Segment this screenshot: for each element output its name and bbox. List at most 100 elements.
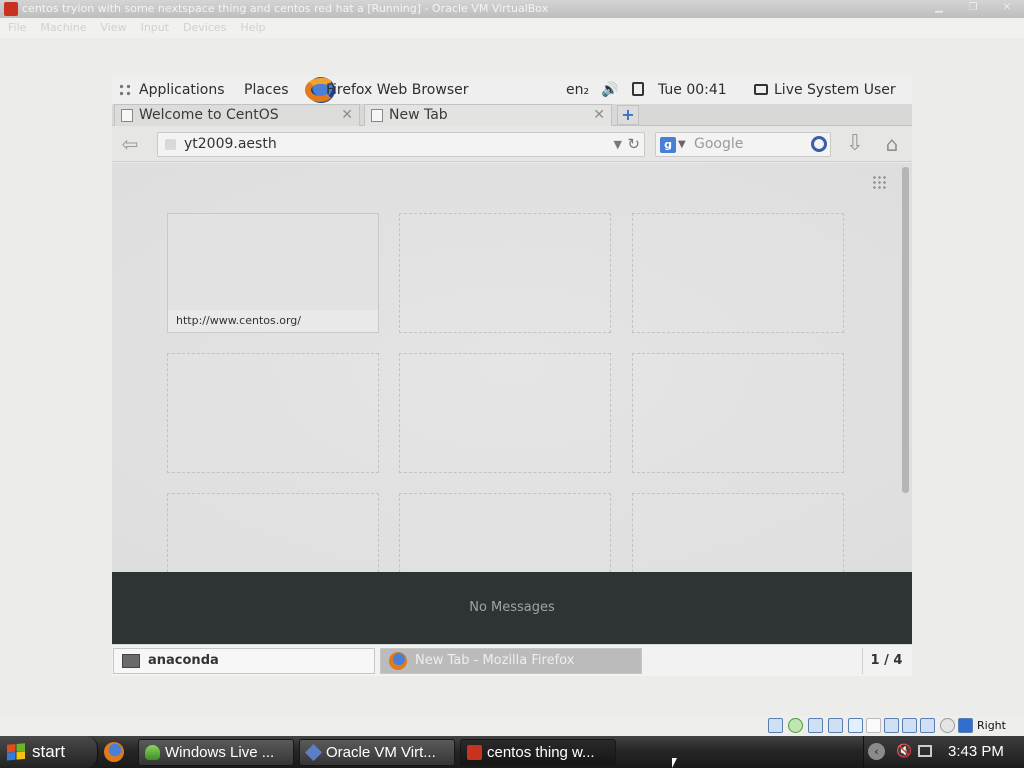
guest-clock[interactable]: Tue 00:41 (658, 76, 727, 104)
empty-tile (399, 353, 611, 473)
vbox-window-title: centos tryion with some nextspace thing … (22, 2, 549, 15)
search-placeholder: Google (694, 136, 744, 152)
taskbar-centos-vm[interactable]: centos thing w... (460, 739, 616, 766)
task-label: centos thing w... (487, 744, 595, 761)
virtualization-icon[interactable] (920, 718, 935, 733)
home-icon[interactable]: ⌂ (880, 131, 904, 157)
maximize-icon[interactable]: ❐ (962, 1, 984, 15)
power-icon[interactable] (632, 82, 644, 96)
grid-toggle-icon[interactable] (872, 175, 886, 189)
page-favicon-icon (121, 109, 133, 122)
tab-label: Welcome to CentOS (139, 107, 279, 123)
system-tray: ‹ 🔇 3:43 PM (863, 736, 1024, 768)
video-capture-icon[interactable] (902, 718, 917, 733)
close-icon[interactable]: ✕ (996, 1, 1018, 15)
chevron-down-icon[interactable]: ▼ (614, 133, 622, 156)
tile-url: http://www.centos.org/ (168, 310, 378, 332)
taskbar-anaconda[interactable]: anaconda (113, 648, 375, 674)
vm-window-icon (467, 745, 482, 760)
applications-menu[interactable]: Applications (139, 76, 225, 104)
tray-expand-icon[interactable]: ‹ (868, 743, 885, 760)
engine-dropdown-icon[interactable]: ▼ (678, 133, 686, 156)
empty-tile (632, 213, 844, 333)
close-tab-icon[interactable]: ✕ (593, 105, 605, 125)
url-input[interactable]: yt2009.aesth ▼ ↻ (157, 132, 645, 157)
windows-logo-icon (7, 743, 25, 761)
chat-icon (754, 84, 768, 95)
vbox-titlebar: centos tryion with some nextspace thing … (0, 0, 1024, 18)
volume-icon[interactable]: 🔊 (601, 76, 618, 104)
gnome-foot-icon (118, 83, 132, 97)
empty-tile (167, 353, 379, 473)
tab-new-tab[interactable]: New Tab ✕ (364, 104, 612, 126)
menu-help[interactable]: Help (240, 18, 265, 38)
firefox-icon (389, 652, 407, 670)
usb-icon[interactable] (848, 718, 863, 733)
keyboard-layout-indicator[interactable]: en₂ (566, 76, 589, 104)
search-icon[interactable] (811, 136, 827, 152)
new-tab-button[interactable]: + (617, 105, 639, 125)
menu-file[interactable]: File (8, 18, 26, 38)
gnome-top-panel: Applications Places Firefox Web Browser … (112, 76, 912, 104)
reload-icon[interactable]: ↻ (627, 133, 640, 156)
virtualbox-icon (305, 744, 322, 761)
minimize-icon[interactable]: ▁ (928, 1, 950, 15)
mouse-cursor (672, 758, 677, 768)
start-label: start (32, 742, 66, 761)
browser-tabstrip: Welcome to CentOS ✕ New Tab ✕ + (112, 104, 912, 126)
close-tab-icon[interactable]: ✕ (341, 105, 353, 125)
hard-disk-icon[interactable] (768, 718, 783, 733)
guest-screen[interactable]: Applications Places Firefox Web Browser … (112, 76, 912, 676)
virtualbox-app-icon (4, 2, 18, 16)
user-menu[interactable]: Live System User (774, 76, 896, 104)
scrollbar[interactable] (902, 167, 909, 493)
anaconda-window-icon (122, 654, 140, 668)
browser-navbar: ⇦ yt2009.aesth ▼ ↻ g ▼ Google ⇩ ⌂ (112, 126, 912, 162)
task-label: New Tab - Mozilla Firefox (415, 653, 575, 668)
task-label: Oracle VM Virt... (326, 744, 436, 761)
gnome-bottom-panel: anaconda New Tab - Mozilla Firefox 1 / 4 (112, 644, 912, 676)
menu-input[interactable]: Input (141, 18, 169, 38)
site-identity-icon[interactable] (165, 139, 176, 150)
window-controls: ▁ ❐ ✕ (928, 1, 1018, 15)
mouse-integration-icon[interactable] (940, 718, 955, 733)
volume-muted-icon[interactable]: 🔇 (896, 744, 912, 759)
start-button[interactable]: start (0, 736, 98, 768)
system-clock[interactable]: 3:43 PM (948, 736, 1004, 768)
menu-machine[interactable]: Machine (40, 18, 86, 38)
search-input[interactable]: g ▼ Google (655, 132, 831, 157)
taskbar-virtualbox[interactable]: Oracle VM Virt... (299, 739, 455, 766)
vbox-statusbar: Right Ctrl (0, 716, 1024, 752)
windows-taskbar: start Windows Live ... Oracle VM Virt...… (0, 736, 1024, 768)
windows-live-icon (145, 745, 160, 760)
places-menu[interactable]: Places (244, 76, 289, 104)
network-adapter-icon[interactable] (828, 718, 843, 733)
optical-drive-icon[interactable] (788, 718, 803, 733)
site-tile[interactable]: http://www.centos.org/ (167, 213, 379, 333)
shared-folders-icon[interactable] (866, 718, 881, 733)
tab-welcome-centos[interactable]: Welcome to CentOS ✕ (114, 104, 360, 126)
workspace-indicator[interactable]: 1 / 4 (862, 648, 910, 674)
quicklaunch-firefox-icon[interactable] (104, 742, 124, 762)
download-arrow-icon[interactable]: ⇩ (844, 131, 866, 157)
floppy-icon[interactable] (808, 718, 823, 733)
vbox-menubar: File Machine View Input Devices Help (0, 18, 1024, 38)
taskbar-firefox[interactable]: New Tab - Mozilla Firefox (380, 648, 642, 674)
host-key-arrow-icon (958, 718, 973, 733)
tab-label: New Tab (389, 107, 448, 123)
task-label: anaconda (148, 653, 219, 668)
display-icon[interactable] (884, 718, 899, 733)
taskbar-windows-live[interactable]: Windows Live ... (138, 739, 294, 766)
message-tray: No Messages (112, 572, 912, 644)
task-label: Windows Live ... (165, 744, 275, 761)
new-tab-page: http://www.centos.org/ (112, 163, 912, 613)
menu-devices[interactable]: Devices (183, 18, 226, 38)
menu-view[interactable]: View (100, 18, 126, 38)
url-text: yt2009.aesth (184, 136, 277, 152)
active-app-menu[interactable]: Firefox Web Browser (326, 76, 469, 104)
page-favicon-icon (371, 109, 383, 122)
google-engine-icon[interactable]: g (660, 137, 676, 153)
network-icon[interactable] (918, 745, 932, 757)
back-arrow-icon[interactable]: ⇦ (118, 132, 142, 156)
empty-tile (632, 353, 844, 473)
